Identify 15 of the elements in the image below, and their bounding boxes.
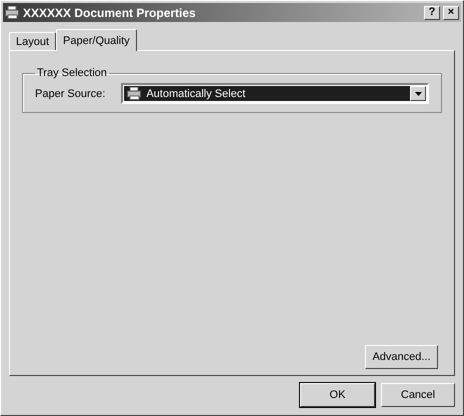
tab[interactable]: Layout [9, 32, 56, 50]
tab[interactable]: Paper/Quality [56, 29, 137, 51]
printer-icon [5, 6, 20, 19]
ok-button[interactable]: OK [300, 383, 375, 407]
close-button[interactable]: × [443, 6, 459, 20]
caret-icon [414, 92, 422, 96]
help-button[interactable]: ? [424, 6, 440, 20]
paper-source-dropdown[interactable]: Automatically Select [121, 83, 429, 104]
printer-icon [127, 87, 142, 100]
window-title: XXXXXX Document Properties [23, 6, 197, 20]
dropdown-arrow-button[interactable] [410, 86, 426, 101]
group-title: Tray Selection [36, 67, 108, 79]
cancel-button[interactable]: Cancel [381, 383, 455, 407]
advanced-button[interactable]: Advanced... [365, 345, 438, 369]
field-label: Paper Source: [35, 88, 106, 100]
